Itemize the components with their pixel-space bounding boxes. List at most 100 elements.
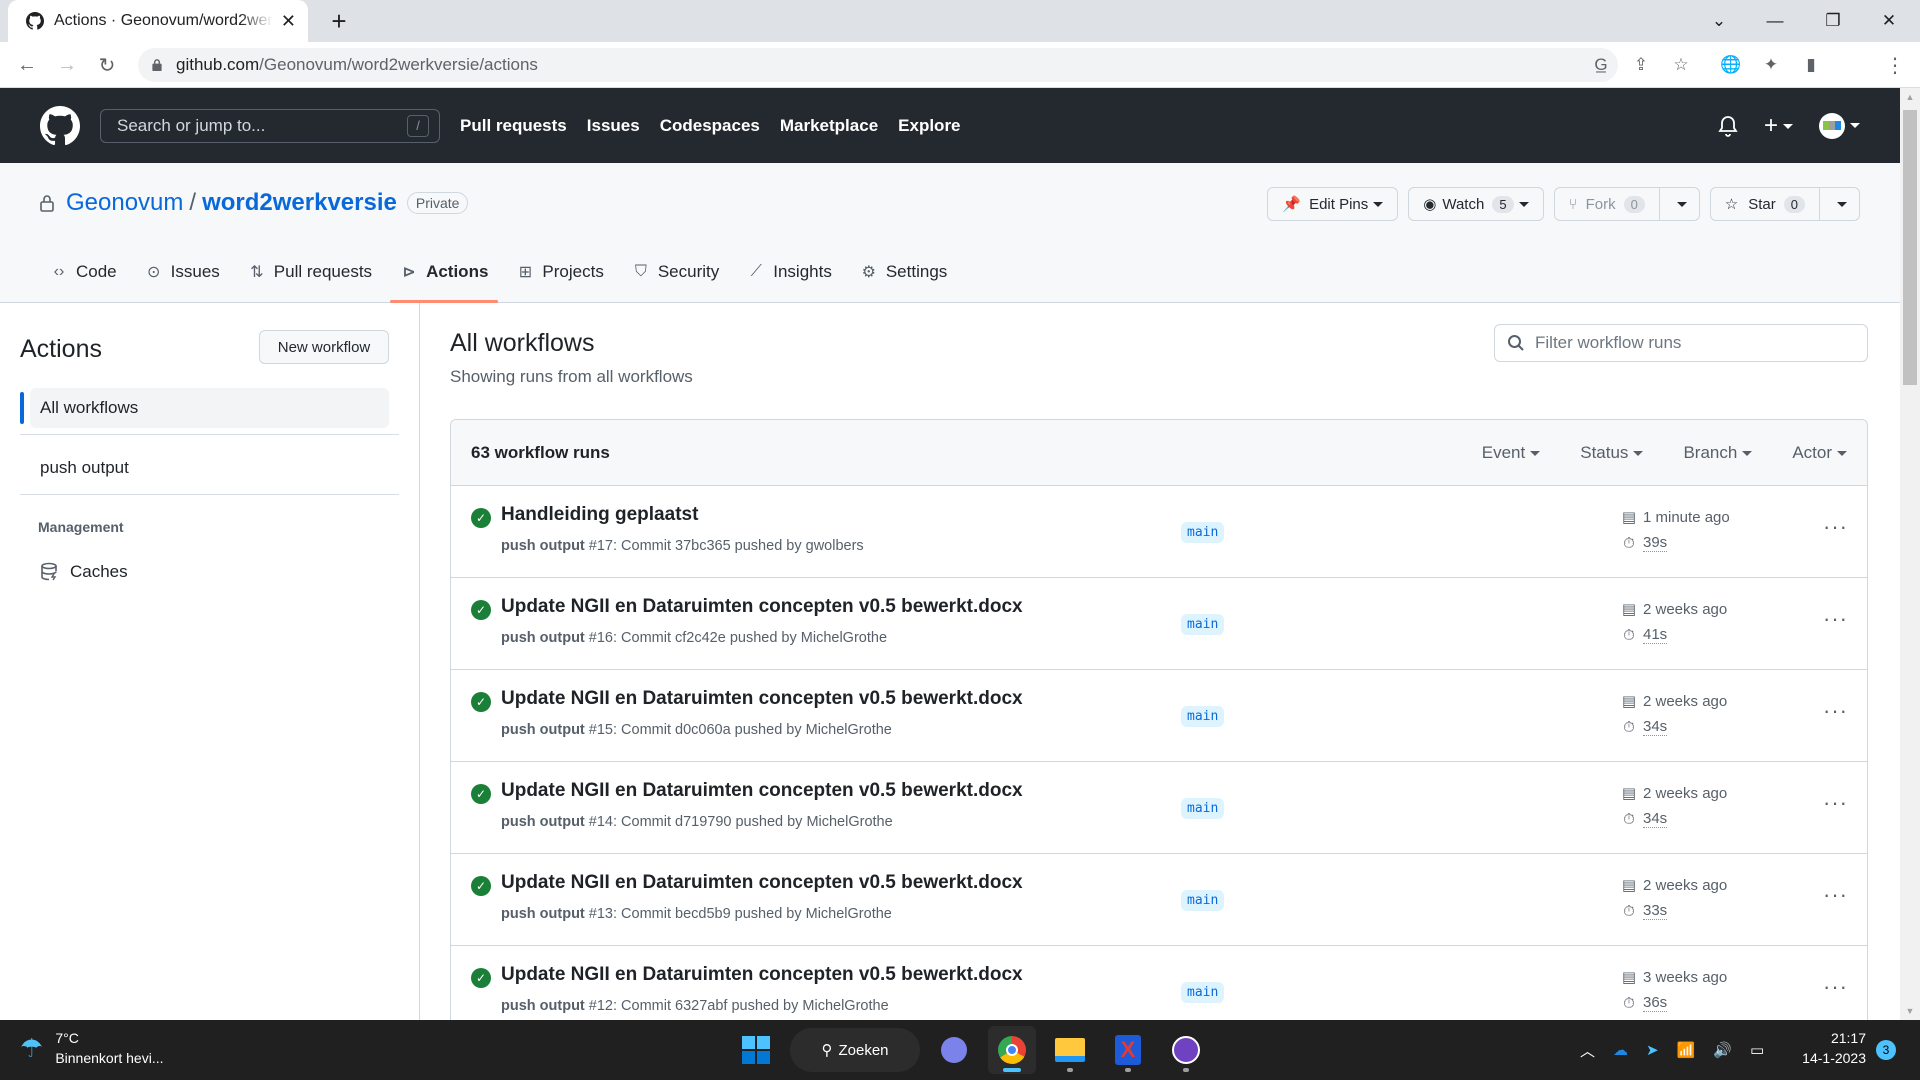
page-scrollbar[interactable]: ▲ ▼ <box>1900 88 1920 1020</box>
workflow-run-row[interactable]: ✓ Update NGII en Dataruimten concepten v… <box>451 670 1867 762</box>
fork-button[interactable]: ⑂ Fork 0 <box>1553 187 1700 221</box>
notifications-bell-icon[interactable] <box>1718 115 1738 137</box>
battery-icon[interactable]: ▭ <box>1750 1041 1764 1059</box>
branch-badge[interactable]: main <box>1181 890 1225 911</box>
repo-owner-link[interactable]: Geonovum <box>66 189 183 217</box>
run-title-link[interactable]: Update NGII en Dataruimten concepten v0.… <box>501 688 1023 710</box>
event-filter-dropdown[interactable]: Event <box>1482 443 1541 463</box>
workflow-name[interactable]: push output <box>501 998 585 1014</box>
weather-widget[interactable]: ☂ 7°C Binnenkort hevi... <box>20 1028 163 1068</box>
github-desktop-app[interactable] <box>1162 1026 1210 1074</box>
show-hidden-icons-chevron-icon[interactable]: ︿ <box>1580 1040 1595 1061</box>
back-icon[interactable]: ← <box>12 50 42 80</box>
scroll-up-arrow-icon[interactable]: ▲ <box>1900 88 1920 106</box>
edit-pins-button[interactable]: 📌 Edit Pins <box>1267 187 1399 221</box>
new-workflow-button[interactable]: New workflow <box>259 330 389 364</box>
branch-badge[interactable]: main <box>1181 982 1225 1003</box>
branch-badge[interactable]: main <box>1181 706 1225 727</box>
branch-badge[interactable]: main <box>1181 522 1225 543</box>
github-logo-icon[interactable] <box>40 105 80 146</box>
workflow-run-row[interactable]: ✓ Handleiding geplaatst push output #17:… <box>451 486 1867 578</box>
workflow-run-row[interactable]: ✓ Update NGII en Dataruimten concepten v… <box>451 762 1867 854</box>
sidebar-item-all-workflows[interactable]: All workflows <box>30 388 389 428</box>
fork-dropdown[interactable] <box>1658 188 1699 220</box>
more-options-icon[interactable]: ··· <box>1823 790 1848 816</box>
workflow-run-row[interactable]: ✓ Update NGII en Dataruimten concepten v… <box>451 854 1867 946</box>
close-window-button[interactable]: ✕ <box>1866 0 1912 42</box>
tab-projects[interactable]: ⊞ Projects <box>506 241 613 303</box>
chrome-app[interactable] <box>988 1026 1036 1074</box>
forward-icon[interactable]: → <box>52 50 82 80</box>
watch-button[interactable]: ◉ Watch 5 <box>1408 187 1544 221</box>
branch-badge[interactable]: main <box>1181 614 1225 635</box>
global-search-input[interactable]: Search or jump to... / <box>100 108 440 143</box>
workflow-run-row[interactable]: ✓ Update NGII en Dataruimten concepten v… <box>451 946 1867 1020</box>
tab-issues[interactable]: ⊙ Issues <box>135 241 230 303</box>
xming-app[interactable]: X <box>1104 1026 1152 1074</box>
workflow-name[interactable]: push output <box>501 814 585 830</box>
star-dropdown[interactable] <box>1819 188 1859 220</box>
more-options-icon[interactable]: ··· <box>1823 882 1848 908</box>
workflow-name[interactable]: push output <box>501 630 585 646</box>
teams-chat-app[interactable] <box>930 1026 978 1074</box>
run-title-link[interactable]: Handleiding geplaatst <box>501 504 698 526</box>
tab-code[interactable]: ‹› Code <box>40 241 127 303</box>
tab-insights[interactable]: ⟋ Insights <box>737 241 842 303</box>
workflow-run-row[interactable]: ✓ Update NGII en Dataruimten concepten v… <box>451 578 1867 670</box>
tab-actions[interactable]: ⊳ Actions <box>390 241 499 303</box>
nav-issues[interactable]: Issues <box>587 116 640 136</box>
scroll-down-arrow-icon[interactable]: ▼ <box>1900 1002 1920 1020</box>
file-explorer-app[interactable] <box>1046 1026 1094 1074</box>
create-new-dropdown[interactable]: + <box>1764 112 1793 140</box>
status-filter-dropdown[interactable]: Status <box>1580 443 1644 463</box>
workflow-name[interactable]: push output <box>501 722 585 738</box>
translate-icon[interactable]: G̲ <box>1588 52 1614 78</box>
notification-badge[interactable]: 3 <box>1876 1040 1896 1060</box>
tab-pull-requests[interactable]: ⇅ Pull requests <box>238 241 382 303</box>
nav-pull-requests[interactable]: Pull requests <box>460 116 567 136</box>
onedrive-cloud-icon[interactable]: ☁ <box>1613 1041 1628 1059</box>
run-title-link[interactable]: Update NGII en Dataruimten concepten v0.… <box>501 780 1023 802</box>
address-bar[interactable]: github.com/Geonovum/word2werkversie/acti… <box>138 48 1618 82</box>
run-title-link[interactable]: Update NGII en Dataruimten concepten v0.… <box>501 964 1023 986</box>
close-tab-icon[interactable]: ✕ <box>281 11 296 32</box>
minimize-button[interactable]: — <box>1752 0 1798 42</box>
restore-button[interactable]: ❐ <box>1810 0 1856 42</box>
workflow-name[interactable]: push output <box>501 538 585 554</box>
more-options-icon[interactable]: ··· <box>1823 974 1848 1000</box>
chrome-menu-icon[interactable]: ⋮ <box>1882 52 1908 78</box>
more-options-icon[interactable]: ··· <box>1823 698 1848 724</box>
branch-badge[interactable]: main <box>1181 798 1225 819</box>
start-button[interactable] <box>732 1026 780 1074</box>
taskbar-search[interactable]: ⚲ Zoeken <box>790 1028 920 1072</box>
volume-icon[interactable]: 🔊 <box>1713 1041 1732 1059</box>
actor-filter-dropdown[interactable]: Actor <box>1792 443 1847 463</box>
run-title-link[interactable]: Update NGII en Dataruimten concepten v0.… <box>501 596 1023 618</box>
tab-security[interactable]: ⛉ Security <box>622 241 729 303</box>
extensions-icon[interactable]: ✦ <box>1758 52 1784 78</box>
more-options-icon[interactable]: ··· <box>1823 606 1848 632</box>
sidebar-item-push-output[interactable]: push output <box>30 448 389 488</box>
user-menu-dropdown[interactable] <box>1819 112 1860 139</box>
browser-tab[interactable]: Actions · Geonovum/word2werkversie ✕ <box>8 0 308 42</box>
side-panel-icon[interactable]: ▮ <box>1798 52 1824 78</box>
reload-icon[interactable]: ↻ <box>92 50 122 80</box>
more-options-icon[interactable]: ··· <box>1823 514 1848 540</box>
bookmark-star-icon[interactable]: ☆ <box>1668 52 1694 78</box>
nav-codespaces[interactable]: Codespaces <box>660 116 760 136</box>
tab-search-icon[interactable]: ⌄ <box>1696 0 1742 42</box>
nav-explore[interactable]: Explore <box>898 116 960 136</box>
run-title-link[interactable]: Update NGII en Dataruimten concepten v0.… <box>501 872 1023 894</box>
workflow-name[interactable]: push output <box>501 906 585 922</box>
repo-name-link[interactable]: word2werkversie <box>202 189 397 217</box>
vpn-globe-icon[interactable]: 🌐 <box>1718 52 1744 78</box>
clock[interactable]: 21:17 14-1-2023 <box>1790 1028 1866 1068</box>
branch-filter-dropdown[interactable]: Branch <box>1683 443 1753 463</box>
star-button[interactable]: ☆ Star 0 <box>1709 187 1860 221</box>
scroll-thumb[interactable] <box>1903 110 1917 385</box>
tab-settings[interactable]: ⚙ Settings <box>850 241 957 303</box>
wifi-icon[interactable]: 📶 <box>1677 1041 1696 1059</box>
share-icon[interactable]: ⇪ <box>1628 52 1654 78</box>
sidebar-item-caches[interactable]: Caches <box>30 552 389 592</box>
location-arrow-icon[interactable]: ➤ <box>1646 1041 1659 1059</box>
